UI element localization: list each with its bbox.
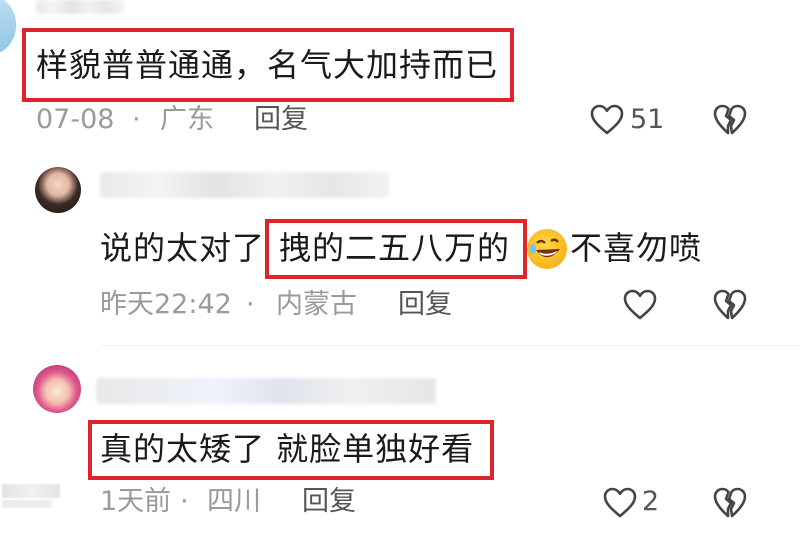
comment-date: 昨天22:42: [100, 289, 232, 320]
like-count: 51: [630, 104, 665, 135]
broken-heart-icon[interactable]: [713, 487, 747, 519]
meta-separator: ·: [246, 289, 255, 320]
username-blurred[interactable]: [36, 0, 124, 14]
avatar[interactable]: [35, 167, 81, 213]
comment-text-tail: 不喜勿喷: [570, 229, 703, 267]
meta-separator: ·: [132, 104, 141, 135]
comment-location: 广东: [160, 104, 214, 135]
username-blurred[interactable]: [100, 172, 390, 198]
comment-text: 样貌普普通通，名气大加持而已: [36, 46, 499, 84]
comment-date: 07-08: [36, 104, 115, 135]
watermark: [2, 500, 52, 508]
broken-heart-icon[interactable]: [713, 289, 747, 321]
avatar[interactable]: [33, 365, 81, 413]
reply-button[interactable]: 回复: [254, 104, 308, 136]
comment-text: 说的太对了: [100, 229, 266, 267]
comment-date: 1天前: [100, 486, 172, 517]
heart-outline-icon[interactable]: [623, 289, 657, 321]
meta-separator: ·: [180, 486, 189, 517]
heart-outline-icon[interactable]: [590, 104, 624, 136]
reply-button[interactable]: 回复: [302, 486, 356, 518]
comment-text-highlight: 拽的二五八万的: [279, 229, 511, 267]
comment-location: 四川: [207, 486, 261, 517]
broken-heart-icon[interactable]: [713, 104, 747, 136]
avatar[interactable]: [0, 0, 16, 56]
rolling-laughing-emoji-icon: [527, 229, 567, 269]
like-count: 2: [642, 486, 660, 517]
reply-button[interactable]: 回复: [398, 289, 452, 321]
comment-text: 真的太矮了 就脸单独好看: [100, 430, 475, 468]
watermark: [2, 484, 60, 498]
comment-location: 内蒙古: [276, 289, 357, 320]
username-blurred[interactable]: [96, 378, 436, 404]
divider: [100, 345, 800, 346]
heart-outline-icon[interactable]: [603, 487, 637, 519]
